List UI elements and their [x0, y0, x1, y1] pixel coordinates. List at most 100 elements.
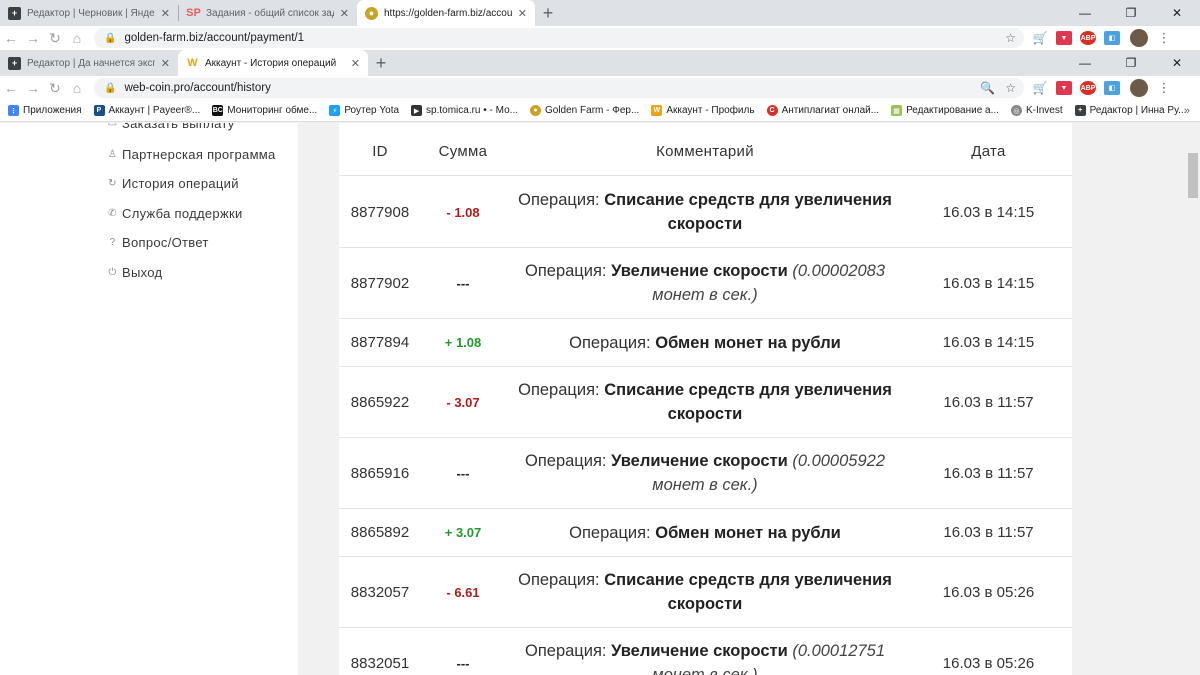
pocket-icon[interactable]: ▼: [1056, 81, 1072, 95]
page-scrollbar[interactable]: [1186, 123, 1200, 675]
home-icon[interactable]: ⌂: [66, 77, 88, 99]
lock-icon: 🔒: [104, 32, 117, 44]
back-tab-2[interactable]: ● https://golden-farm.biz/accoun ✕: [357, 0, 535, 26]
restore-icon[interactable]: ❐: [1108, 50, 1154, 76]
bookmark-yota[interactable]: ⚡ Роутер Yota: [329, 105, 399, 116]
row-comment: Операция: Увеличение скорости (0.0001275…: [505, 628, 905, 675]
web-coin-icon: W: [187, 57, 198, 69]
scrollbar-thumb[interactable]: [1188, 153, 1198, 198]
reload-icon[interactable]: ↻: [44, 77, 66, 99]
close-icon[interactable]: ✕: [161, 57, 170, 70]
back-arrow-icon[interactable]: ←: [0, 27, 22, 49]
op-name: Обмен монет на рубли: [655, 333, 841, 352]
edit-doc-icon: ▦: [891, 105, 903, 116]
row-date: 16.03 в 14:15: [942, 274, 1035, 292]
sidebar-item-label: Выход: [122, 265, 163, 280]
cart-icon[interactable]: 🛒: [1032, 81, 1048, 95]
avatar[interactable]: [1130, 79, 1148, 97]
back-tab-0[interactable]: + Редактор | Черновик | Яндекс.Д ✕: [0, 0, 178, 26]
tab-title: Редактор | Да начнется экспер: [27, 57, 155, 69]
history-table: ID Сумма Комментарий Дата 8877908 - 1.08…: [339, 123, 1072, 675]
cart-icon[interactable]: 🛒: [1032, 31, 1048, 45]
home-icon[interactable]: ⌂: [66, 27, 88, 49]
sidebar-item-faq[interactable]: ? Вопрос/Ответ: [107, 235, 209, 250]
sidebar-item-history[interactable]: ↻ История операций: [107, 176, 239, 191]
sidebar-item-partner[interactable]: ♙ Партнерская программа: [107, 147, 276, 162]
row-id: 8877894: [350, 334, 410, 351]
bookmark-profile[interactable]: W Аккаунт - Профиль: [651, 105, 755, 116]
table-row: 8832051 --- Операция: Увеличение скорост…: [339, 628, 1072, 675]
row-comment: Операция: Списание средств для увеличени…: [505, 367, 905, 437]
front-tab-0[interactable]: + Редактор | Да начнется экспер ✕: [0, 50, 178, 76]
url-text: golden-farm.biz/account/payment/1: [124, 32, 305, 44]
op-label: Операция:: [569, 333, 651, 352]
header-date: Дата: [971, 143, 1006, 160]
bookmark-edit[interactable]: ▦ Редактирование а...: [891, 105, 999, 116]
menu-icon[interactable]: ⋮: [1154, 80, 1174, 96]
back-arrow-icon[interactable]: ←: [0, 77, 22, 99]
close-window-icon[interactable]: ✕: [1154, 0, 1200, 26]
op-name: Увеличение скорости: [611, 642, 788, 660]
new-tab-button[interactable]: +: [535, 0, 561, 26]
sidebar-item-support[interactable]: ✆ Служба поддержки: [107, 206, 243, 221]
forward-arrow-icon[interactable]: →: [22, 27, 44, 49]
close-icon[interactable]: ✕: [351, 57, 360, 70]
row-sum: - 3.07: [446, 394, 480, 410]
menu-icon[interactable]: ⋮: [1154, 30, 1174, 46]
close-icon[interactable]: ✕: [340, 7, 349, 20]
restore-icon[interactable]: ❐: [1108, 0, 1154, 26]
pocket-icon[interactable]: ▼: [1056, 31, 1072, 45]
bookmark-editor[interactable]: + Редактор | Инна Ру...: [1074, 105, 1187, 116]
antiplagiat-icon: C: [766, 105, 778, 116]
row-id: 8865916: [350, 464, 410, 482]
row-id: 8865922: [350, 393, 410, 411]
row-sum: - 1.08: [446, 204, 480, 220]
zoom-icon[interactable]: 🔍: [980, 81, 995, 95]
golden-farm-icon: ●: [530, 105, 541, 116]
bookmark-apps[interactable]: ⋮ Приложения: [8, 105, 82, 116]
editor-plus-icon: +: [1074, 105, 1086, 116]
bookmark-antiplagiat[interactable]: C Антиплагиат онлай...: [766, 105, 879, 116]
bookmark-k-invest[interactable]: ◎ K-Invest: [1010, 105, 1063, 116]
close-icon[interactable]: ✕: [161, 7, 170, 20]
page-viewport: ▭ Заказать выплату ♙ Партнерская програм…: [0, 123, 1186, 675]
front-tab-1[interactable]: W Аккаунт - История операций ✕: [178, 50, 368, 76]
op-name: Списание средств для увеличения скорости: [604, 381, 892, 423]
star-icon[interactable]: ☆: [1005, 81, 1016, 95]
bookmark-golden-farm[interactable]: ● Golden Farm - Фер...: [530, 105, 639, 116]
close-icon[interactable]: ✕: [518, 7, 527, 20]
address-bar[interactable]: 🔒 golden-farm.biz/account/payment/1 ☆: [94, 28, 1024, 48]
address-bar[interactable]: 🔒 web-coin.pro/account/history 🔍 ☆: [94, 78, 1024, 98]
bookmark-tomica[interactable]: ▶ sp.tomica.ru • - Мо...: [411, 105, 518, 116]
sidebar-item-payout[interactable]: ▭ Заказать выплату: [107, 123, 235, 131]
golden-farm-icon: ●: [365, 6, 378, 20]
op-label: Операция:: [518, 571, 600, 589]
star-icon[interactable]: ☆: [1005, 31, 1016, 45]
close-window-icon[interactable]: ✕: [1154, 50, 1200, 76]
avatar[interactable]: [1130, 29, 1148, 47]
row-comment: Операция: Увеличение скорости (0.0000208…: [505, 248, 905, 318]
sidebar-item-logout[interactable]: ⏻ Выход: [107, 265, 162, 280]
more-bookmarks-icon[interactable]: »: [1184, 100, 1190, 121]
row-sum: ---: [456, 655, 470, 671]
account-sidebar: ▭ Заказать выплату ♙ Партнерская програм…: [0, 123, 298, 675]
row-date: 16.03 в 14:15: [942, 334, 1035, 351]
minimize-icon[interactable]: —: [1062, 0, 1108, 26]
tomica-icon: ▶: [411, 105, 423, 116]
translate-icon[interactable]: ◧: [1104, 31, 1120, 45]
bookmark-payeer[interactable]: P Аккаунт | Payeer®...: [93, 105, 200, 116]
question-icon: ?: [109, 237, 116, 248]
bookmark-monitoring[interactable]: BC Мониторинг обме...: [212, 105, 317, 116]
bookmark-label: Редактор | Инна Ру...: [1089, 105, 1187, 116]
translate-icon[interactable]: ◧: [1104, 81, 1120, 95]
forward-arrow-icon[interactable]: →: [22, 77, 44, 99]
new-tab-button[interactable]: +: [368, 50, 394, 76]
adblock-icon[interactable]: ABP: [1080, 31, 1096, 45]
minimize-icon[interactable]: —: [1062, 50, 1108, 76]
row-id: 8832051: [350, 654, 410, 672]
adblock-icon[interactable]: ABP: [1080, 81, 1096, 95]
support-icon: ✆: [108, 208, 117, 219]
reload-icon[interactable]: ↻: [44, 27, 66, 49]
back-tab-1[interactable]: SP Задания - общий список задан ✕: [179, 0, 357, 26]
row-sum: ---: [456, 465, 470, 481]
